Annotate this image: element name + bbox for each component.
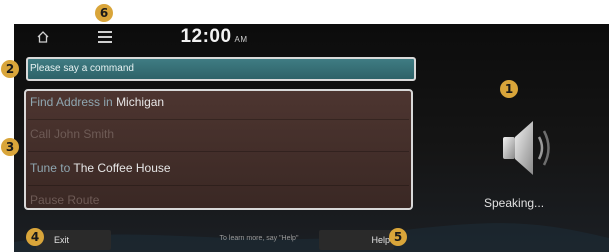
voice-screen: 12:00 AM Please say a command Find Addres… [14,24,609,252]
command-value: Michigan [116,95,165,109]
speaker-icon [503,121,550,175]
callout-1: 1 [500,80,518,98]
command-item[interactable]: Tune to The Coffee House [30,161,171,175]
command-item[interactable]: Pause Route [30,193,99,207]
callout-6: 6 [95,4,113,22]
bottom-bar: Exit To learn more, say "Help" Help [14,224,434,252]
callout-4: 4 [26,228,44,246]
command-list: Find Address in Michigan Call John Smith… [24,89,413,210]
command-keyword: Find Address in [30,95,113,109]
command-keyword: Tune to [30,161,71,175]
command-value: The Coffee House [73,161,171,175]
callout-5: 5 [389,228,407,246]
command-prompt-bar: Please say a command [26,57,416,81]
clock-time: 12:00 [180,26,232,47]
command-keyword: Pause Route [30,193,100,207]
command-keyword: Call John Smith [30,127,115,141]
command-item[interactable]: Find Address in Michigan [30,95,164,109]
speaking-status: Speaking... [484,196,545,210]
exit-button[interactable]: Exit [36,230,111,250]
callout-3: 3 [1,138,19,156]
command-item[interactable]: Call John Smith [30,127,114,141]
callout-2: 2 [1,60,19,78]
clock: 12:00 AM [14,26,414,48]
top-bar: 12:00 AM [14,24,414,50]
help-button[interactable]: Help [319,230,394,250]
clock-ampm: AM [234,35,248,44]
